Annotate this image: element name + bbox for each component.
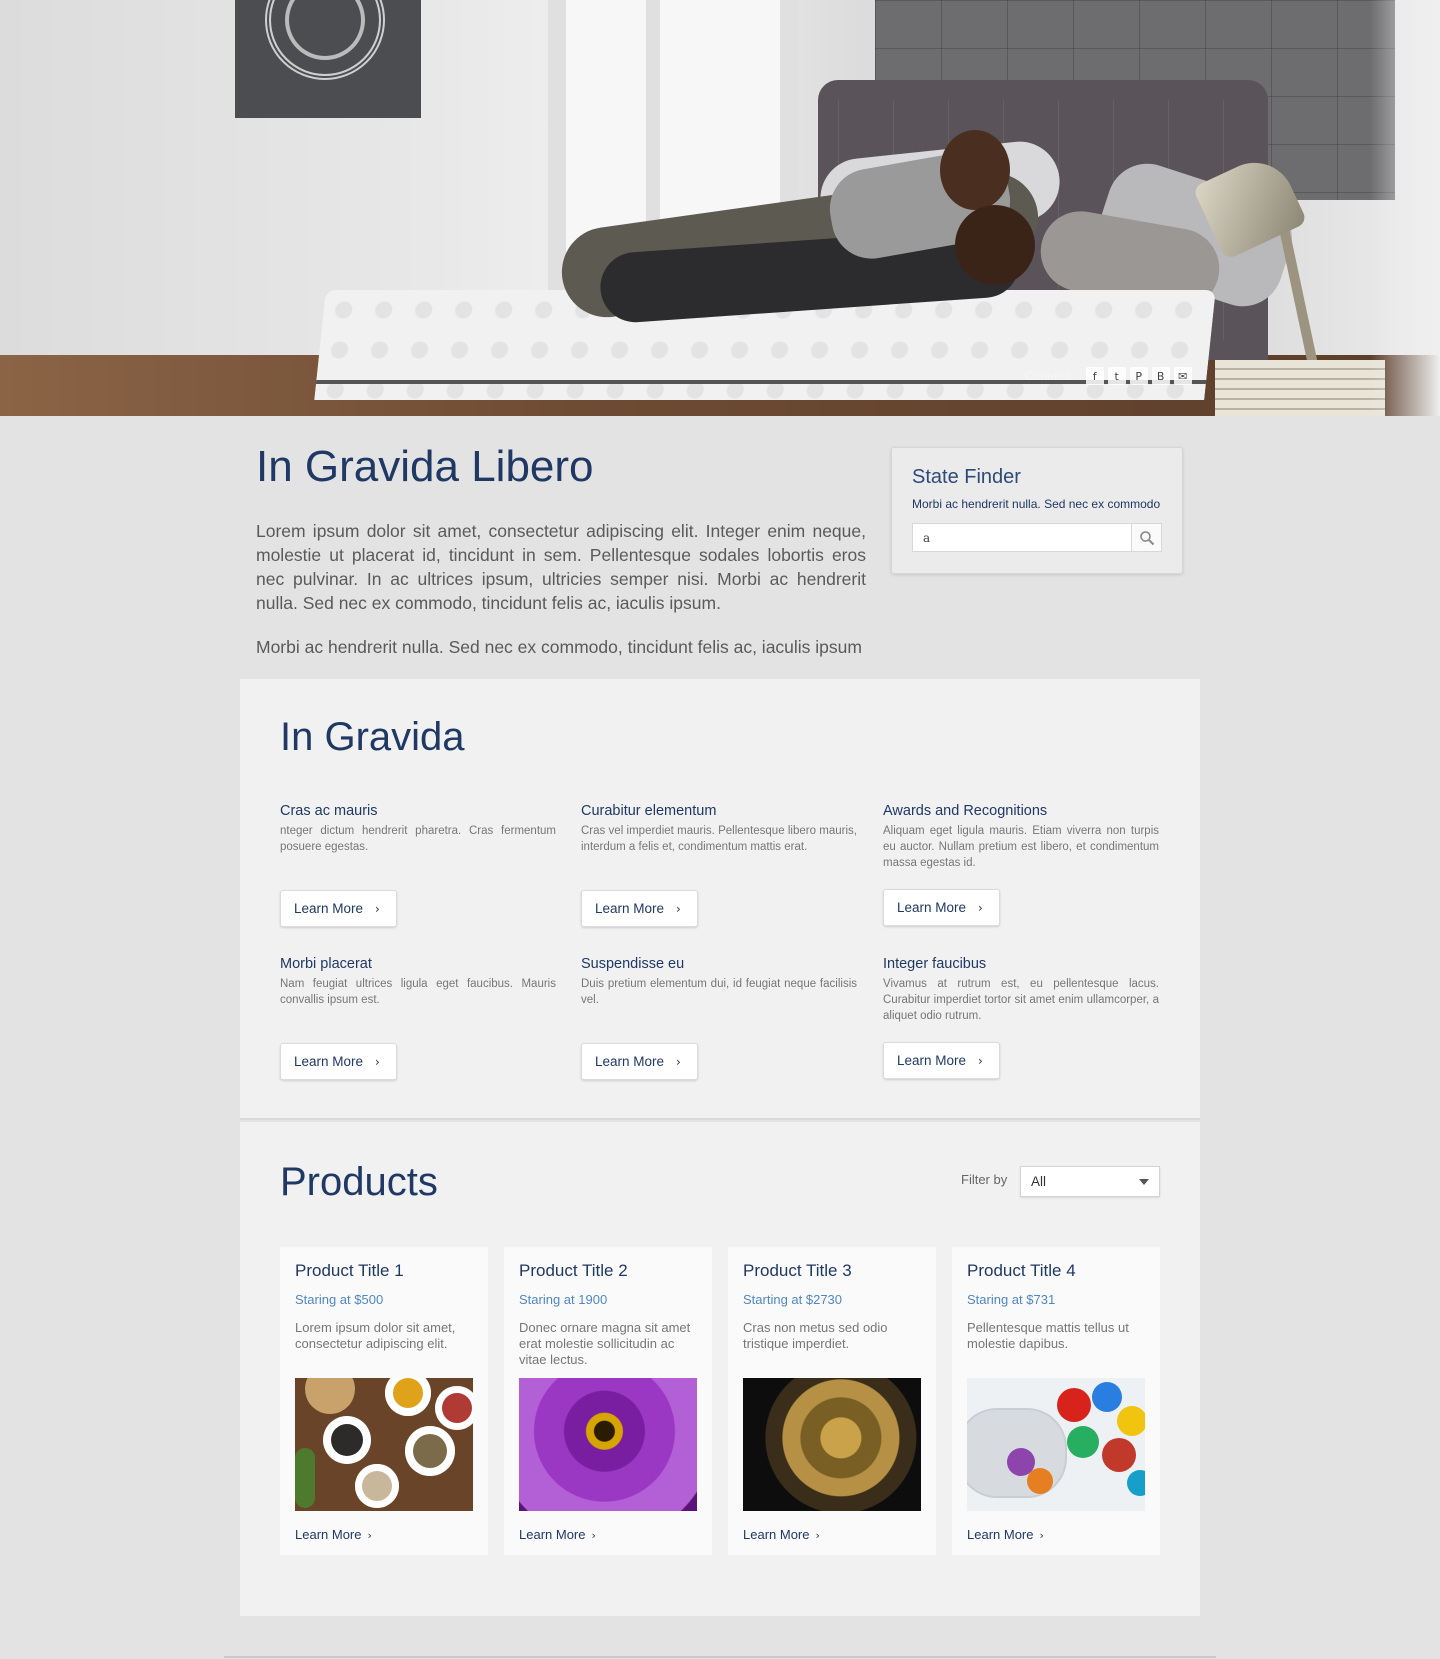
learn-more-button[interactable]: Learn More › <box>883 1042 1000 1079</box>
pinterest-icon[interactable]: P <box>1129 367 1148 385</box>
product-learn-more-link[interactable]: Learn More › <box>295 1527 372 1542</box>
chevron-right-icon: › <box>375 1054 380 1069</box>
feature-text: nteger dictum hendrerit pharetra. Cras f… <box>280 825 556 853</box>
hero-banner: Connect f t P B ✉ <box>0 0 1440 416</box>
features-section: In Gravida Cras ac mauris nteger dictum … <box>240 679 1200 1120</box>
products-section: Products Filter by All Product Title 1 S… <box>240 1122 1200 1616</box>
product-title: Product Title 1 <box>295 1261 404 1280</box>
product-card: Product Title 2 Staring at 1900 Donec or… <box>504 1247 712 1555</box>
product-description: Lorem ipsum dolor sit amet, consectetur … <box>295 1320 456 1351</box>
feature-item: Suspendisse eu Duis pretium elementum du… <box>581 956 857 1008</box>
twitter-icon[interactable]: t <box>1107 367 1126 385</box>
state-finder-subtitle: Morbi ac hendrerit nulla. Sed nec ex com… <box>912 497 1161 511</box>
learn-more-button[interactable]: Learn More › <box>280 1043 397 1080</box>
product-learn-more-link[interactable]: Learn More › <box>967 1527 1044 1542</box>
chevron-right-icon: › <box>978 900 983 915</box>
chevron-right-icon: › <box>591 1529 596 1542</box>
caret-down-icon <box>1139 1179 1149 1185</box>
product-card: Product Title 4 Staring at $731 Pellente… <box>952 1247 1160 1555</box>
product-image <box>295 1378 473 1511</box>
feature-item: Integer faucibus Vivamus at rutrum est, … <box>883 956 1159 1024</box>
product-title: Product Title 2 <box>519 1261 628 1280</box>
filter-dropdown[interactable]: All <box>1020 1166 1160 1197</box>
chevron-right-icon: › <box>375 901 380 916</box>
product-description: Donec ornare magna sit amet erat molesti… <box>519 1320 691 1367</box>
product-price: Staring at 1900 <box>519 1292 608 1307</box>
feature-item: Morbi placerat Nam feugiat ultrices ligu… <box>280 956 556 1008</box>
product-price: Starting at $2730 <box>743 1292 843 1307</box>
product-learn-more-link[interactable]: Learn More › <box>519 1527 596 1542</box>
feature-item: Awards and Recognitions Aliquam eget lig… <box>883 803 1159 871</box>
filter-selected-value: All <box>1031 1174 1047 1189</box>
product-description: Cras non metus sed odio tristique imperd… <box>743 1320 888 1351</box>
state-finder-search <box>912 523 1162 552</box>
connect-label: Connect <box>1025 369 1070 383</box>
state-finder-title: State Finder <box>912 466 1021 488</box>
product-price: Staring at $731 <box>967 1292 1056 1307</box>
filter-label: Filter by <box>961 1172 1008 1187</box>
intro-paragraph: Morbi ac hendrerit nulla. Sed nec ex com… <box>256 637 862 657</box>
product-card: Product Title 1 Staring at $500 Lorem ip… <box>280 1247 488 1555</box>
product-description: Pellentesque mattis tellus ut molestie d… <box>967 1320 1129 1351</box>
feature-text: Vivamus at rutrum est, eu pellentesque l… <box>883 978 1159 1022</box>
product-image <box>743 1378 921 1511</box>
product-title: Product Title 4 <box>967 1261 1076 1280</box>
feature-title: Integer faucibus <box>883 956 987 972</box>
feature-text: Nam feugiat ultrices ligula eget faucibu… <box>280 978 556 1006</box>
learn-more-button[interactable]: Learn More › <box>581 1043 698 1080</box>
search-icon <box>1139 530 1154 545</box>
chevron-right-icon: › <box>815 1529 820 1542</box>
feature-title: Curabitur elementum <box>581 803 717 819</box>
footer-divider <box>224 1656 1216 1658</box>
email-icon[interactable]: ✉ <box>1173 367 1192 385</box>
feature-text: Cras vel imperdiet mauris. Pellentesque … <box>581 825 857 853</box>
feature-item: Cras ac mauris nteger dictum hendrerit p… <box>280 803 556 855</box>
learn-more-button[interactable]: Learn More › <box>280 890 397 927</box>
features-title: In Gravida <box>280 715 465 759</box>
search-button[interactable] <box>1131 524 1161 551</box>
feature-title: Suspendisse eu <box>581 956 685 972</box>
product-image <box>519 1378 697 1511</box>
product-image <box>967 1378 1145 1511</box>
feature-item: Curabitur elementum Cras vel imperdiet m… <box>581 803 857 855</box>
intro-paragraph: Lorem ipsum dolor sit amet, consectetur … <box>256 521 866 613</box>
feature-title: Morbi placerat <box>280 956 372 972</box>
feature-text: Aliquam eget ligula mauris. Etiam viverr… <box>883 825 1159 869</box>
product-title: Product Title 3 <box>743 1261 852 1280</box>
blog-icon[interactable]: B <box>1151 367 1170 385</box>
feature-text: Duis pretium elementum dui, id feugiat n… <box>581 978 857 1006</box>
learn-more-button[interactable]: Learn More › <box>883 889 1000 926</box>
products-title: Products <box>280 1160 438 1204</box>
chevron-right-icon: › <box>367 1529 372 1542</box>
product-card: Product Title 3 Starting at $2730 Cras n… <box>728 1247 936 1555</box>
chevron-right-icon: › <box>676 1054 681 1069</box>
state-search-input[interactable] <box>913 524 1131 551</box>
feature-title: Cras ac mauris <box>280 803 378 819</box>
chevron-right-icon: › <box>1039 1529 1044 1542</box>
learn-more-button[interactable]: Learn More › <box>581 890 698 927</box>
page-title: In Gravida Libero <box>256 442 594 491</box>
chevron-right-icon: › <box>676 901 681 916</box>
product-price: Staring at $500 <box>295 1292 384 1307</box>
chevron-right-icon: › <box>978 1053 983 1068</box>
facebook-icon[interactable]: f <box>1085 367 1104 385</box>
hero-books <box>1215 360 1385 416</box>
state-finder-widget: State Finder Morbi ac hendrerit nulla. S… <box>891 447 1183 574</box>
social-connect-bar: Connect f t P B ✉ <box>1025 367 1192 385</box>
feature-title: Awards and Recognitions <box>883 803 1048 819</box>
product-learn-more-link[interactable]: Learn More › <box>743 1527 820 1542</box>
hero-wall-art <box>235 0 421 118</box>
